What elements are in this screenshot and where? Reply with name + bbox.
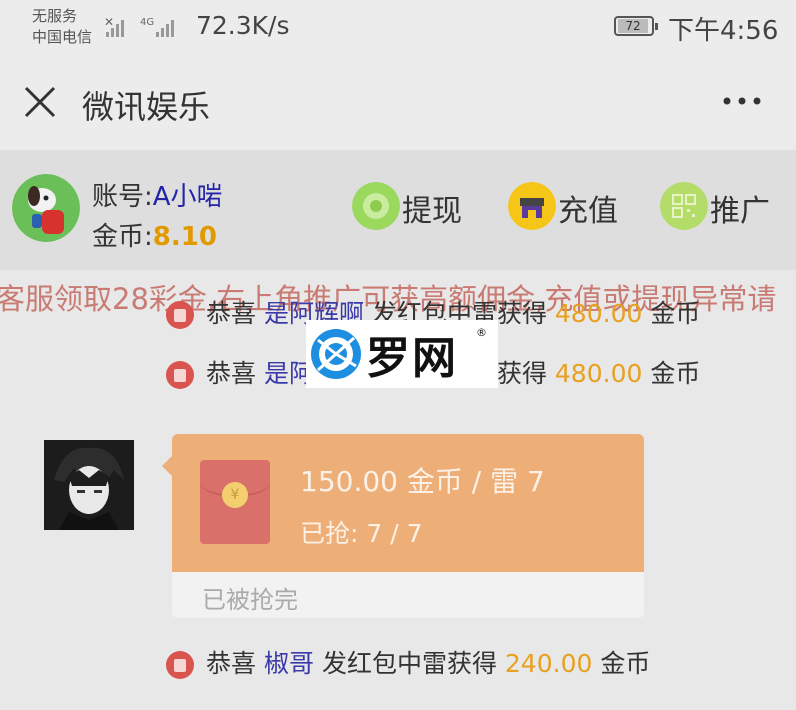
status-bar: 无服务 中国电信 ✕ 4G 72.3K/s 72 下午4:56 [0,0,796,56]
bubble-tail [162,456,172,476]
recharge-label: 充值 [558,194,618,229]
red-packet-grabbed: 已抢: 7 / 7 [300,519,423,548]
more-options-icon[interactable] [720,94,764,108]
watermark-reg: ® [476,326,487,339]
withdraw-label: 提现 [402,194,462,229]
message-prefix: 恭喜 [206,359,257,388]
network-speed: 72.3K/s [196,11,290,40]
message-unit: 金币 [650,359,701,388]
carrier-line-2: 中国电信 [32,28,93,46]
message-amount: 480.00 [554,359,643,388]
message-unit: 金币 [650,299,701,328]
red-envelope-icon: ¥ [200,460,270,544]
close-icon[interactable] [22,84,58,120]
red-packet-status: 已被抢完 [202,586,298,614]
account-panel: 账号:A小啱 金币:8.10 提现 充值 推广 [0,150,796,270]
message-amount: 240.00 [504,649,593,678]
coins-row: 金币:8.10 [92,216,217,253]
coins-value: 8.10 [152,222,217,252]
avatar[interactable] [12,174,80,242]
red-packet-icon [166,651,194,679]
svg-text:4G: 4G [140,17,154,28]
svg-text:✕: ✕ [104,15,114,29]
qr-code-icon [660,182,708,230]
system-message: 恭喜 椒哥 发红包中雷获得 240.00 金币 [166,644,650,680]
message-user[interactable]: 椒哥 [264,649,314,678]
message-prefix: 恭喜 [206,649,257,678]
withdraw-icon [352,182,400,230]
red-packet-title: 150.00 金币 / 雷 7 [300,465,545,498]
coins-label: 金币: [92,222,153,252]
account-label: 账号: [92,182,153,212]
red-packet-icon [166,301,194,329]
message-amount: 480.00 [554,299,643,328]
red-packet-card[interactable]: ¥ 150.00 金币 / 雷 7 已抢: 7 / 7 已被抢完 [162,434,644,618]
carrier-line-1: 无服务 [32,7,78,25]
promote-label: 推广 [710,194,770,229]
carrier-info: 无服务 中国电信 [32,6,92,48]
watermark: 罗网 ® [306,320,498,388]
shop-icon [508,182,556,230]
red-packet-icon [166,361,194,389]
page-title: 微讯娱乐 [82,88,211,126]
message-unit: 金币 [600,649,651,678]
clock: 下午4:56 [668,16,779,46]
red-packet-body[interactable]: ¥ 150.00 金币 / 雷 7 已抢: 7 / 7 [172,434,644,572]
battery-icon: 72 [614,16,658,36]
watermark-logo-icon [311,329,361,379]
coin-icon: ¥ [222,482,248,508]
account-name: A小啱 [152,182,223,212]
message-action: 发红包中雷获得 [321,649,497,678]
red-packet-footer: 已被抢完 [172,572,644,618]
message-prefix: 恭喜 [206,299,257,328]
watermark-text: 罗网 [366,333,458,384]
title-bar: 微讯娱乐 [0,56,796,150]
sender-avatar[interactable] [44,440,134,530]
account-row: 账号:A小啱 [92,176,223,213]
battery-level: 72 [618,19,648,33]
signal-icon: ✕ 4G [104,15,174,37]
